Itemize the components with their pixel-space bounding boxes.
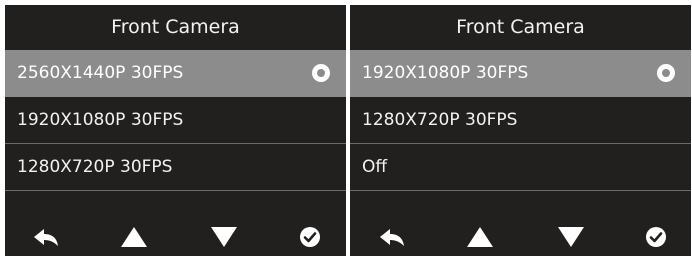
radio-selected-icon — [657, 64, 675, 82]
option-label: 2560X1440P 30FPS — [17, 63, 184, 83]
toolbar — [350, 216, 691, 256]
down-arrow-icon — [558, 227, 584, 247]
option-label: 1920X1080P 30FPS — [17, 110, 184, 130]
confirm-check-icon — [300, 227, 320, 247]
option-item[interactable]: 1280X720P 30FPS — [5, 144, 346, 191]
confirm-check-icon — [646, 227, 666, 247]
confirm-button[interactable] — [639, 222, 673, 252]
option-label: 1920X1080P 30FPS — [362, 63, 529, 83]
panel-title: Front Camera — [456, 16, 585, 38]
option-label: 1280X720P 30FPS — [17, 157, 173, 177]
option-item[interactable]: 1280X720P 30FPS — [350, 97, 691, 144]
option-label: 1280X720P 30FPS — [362, 110, 518, 130]
back-button[interactable] — [29, 222, 63, 252]
camera-resolution-panel-right: Front Camera 1920X1080P 30FPS 1280X720P … — [350, 5, 691, 256]
down-arrow-icon — [211, 227, 237, 247]
camera-resolution-panel-left: Front Camera 2560X1440P 30FPS 1920X1080P… — [5, 5, 346, 256]
confirm-button[interactable] — [293, 222, 327, 252]
up-button[interactable] — [463, 222, 497, 252]
panel-title: Front Camera — [111, 16, 240, 38]
option-item[interactable]: Off — [350, 144, 691, 191]
radio-selected-icon — [312, 64, 330, 82]
down-button[interactable] — [554, 222, 588, 252]
option-label: Off — [362, 157, 388, 177]
up-arrow-icon — [467, 227, 493, 247]
option-item[interactable]: 1920X1080P 30FPS — [5, 97, 346, 144]
option-item-selected[interactable]: 2560X1440P 30FPS — [5, 50, 346, 97]
back-icon — [380, 229, 404, 246]
toolbar — [5, 216, 346, 256]
up-button[interactable] — [117, 222, 151, 252]
up-arrow-icon — [121, 227, 147, 247]
option-item-selected[interactable]: 1920X1080P 30FPS — [350, 50, 691, 97]
down-button[interactable] — [207, 222, 241, 252]
back-icon — [34, 229, 58, 246]
back-button[interactable] — [375, 222, 409, 252]
